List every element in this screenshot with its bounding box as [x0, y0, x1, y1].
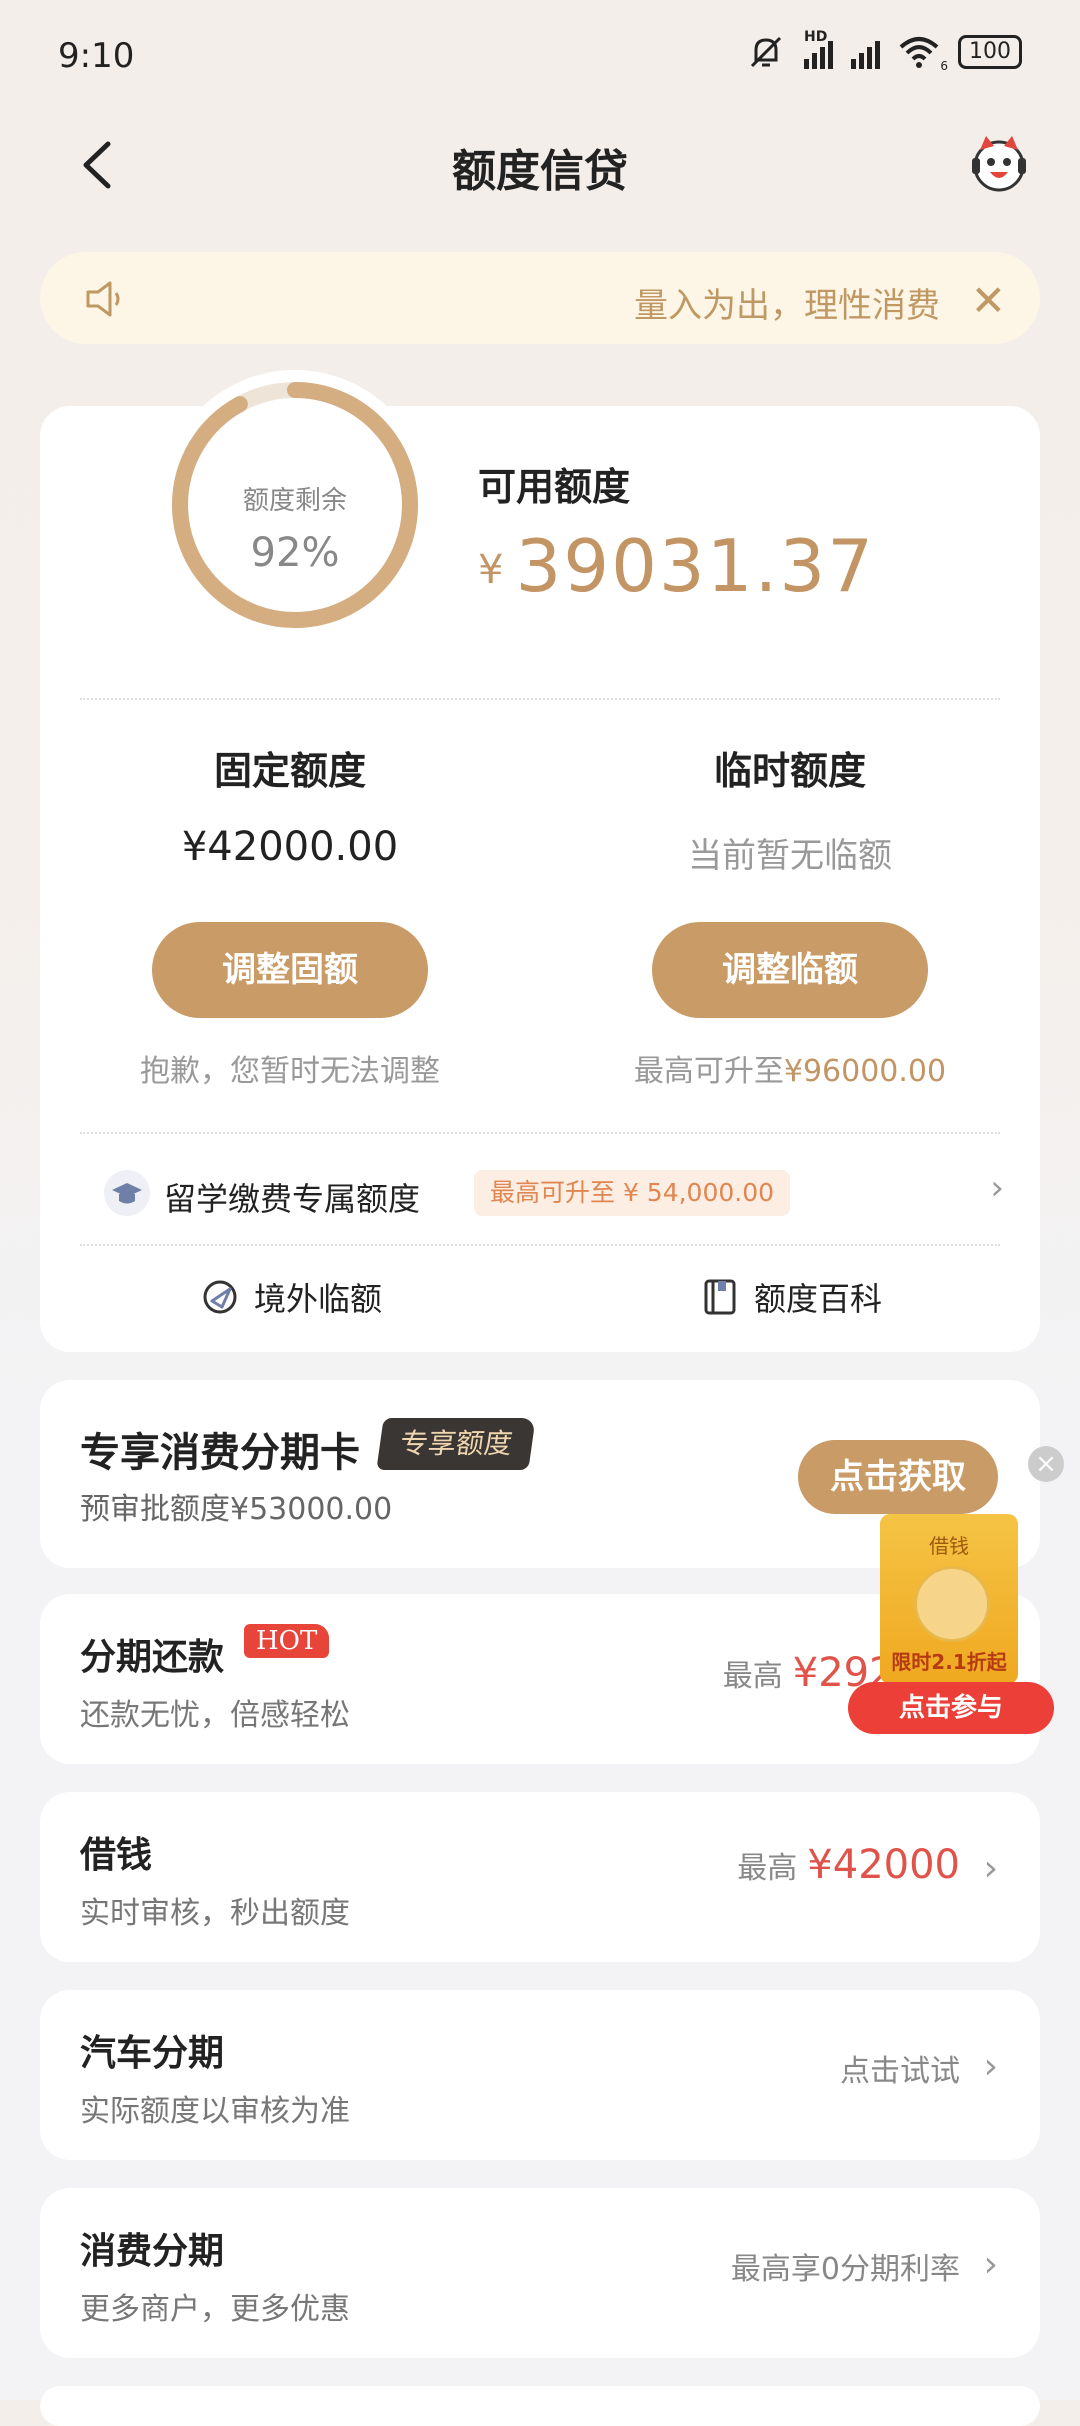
wifi-icon: 6 [898, 35, 948, 73]
coin-icon [914, 1566, 990, 1642]
list-item-sub: 更多商户，更多优惠 [80, 2292, 350, 2327]
available-value: 39031.37 [515, 524, 875, 608]
right-prefix: 最高 [722, 1659, 783, 1694]
right-value: ¥42000 [807, 1842, 960, 1888]
graduation-cap-icon [104, 1170, 150, 1216]
credit-summary-card: 额度剩余 92% 可用额度 ¥39031.37 固定额度 临时额度 ¥42000… [40, 370, 1040, 1352]
study-abroad-row[interactable]: 留学缴费专属额度 最高可升至 ¥ 54,000.00 › [104, 1168, 1004, 1228]
promo-envelope-text: 限时2.1折起 [891, 1650, 1007, 1674]
exclusive-sub: 预审批额度¥53000.00 [80, 1492, 393, 1527]
ring-label: 额度剩余 [242, 486, 347, 516]
notice-bar: 量入为出，理性消费 ✕ [40, 252, 1040, 344]
status-time: 9:10 [58, 36, 135, 76]
hd-label: HD [804, 29, 828, 45]
exclusive-badge: 专享额度 [376, 1418, 536, 1470]
close-icon[interactable]: ✕ [971, 276, 1006, 325]
list-item-title: 借钱 [80, 1835, 153, 1876]
battery-icon: 100 [958, 35, 1022, 69]
list-item-title: 消费分期 [80, 2231, 225, 2272]
mute-bell-icon [750, 36, 782, 68]
chevron-right-icon: › [983, 2244, 998, 2285]
overseas-icon [203, 1280, 237, 1314]
temp-note-prefix: 最高可升至 [633, 1054, 784, 1089]
wifi-sub-label: 6 [940, 59, 948, 73]
promo-close-icon[interactable]: × [1028, 1446, 1064, 1482]
list-item-right: 最高享0分期利率 [730, 2252, 960, 2287]
page-title: 额度信贷 [452, 146, 628, 197]
chevron-right-icon: › [983, 2046, 998, 2087]
list-item-car-installment[interactable]: 汽车分期 实际额度以审核为准 点击试试 › [40, 1990, 1040, 2160]
promo-red-envelope[interactable]: 借钱 限时2.1折起 [880, 1514, 1018, 1684]
study-badge: 最高可升至 ¥ 54,000.00 [474, 1170, 791, 1216]
promo-join-button[interactable]: 点击参与 [848, 1682, 1054, 1734]
hot-badge: HOT [244, 1624, 330, 1658]
list-item-partial [40, 2386, 1040, 2426]
available-amount: ¥39031.37 [478, 524, 875, 608]
overseas-temp-shortcut[interactable]: 境外临额 [200, 1274, 382, 1320]
signal-icon: HD [804, 29, 833, 69]
list-item-sub: 实时审核，秒出额度 [80, 1896, 350, 1931]
encyclopedia-shortcut[interactable]: 额度百科 [700, 1274, 882, 1320]
fixed-note: 抱歉，您暂时无法调整 [140, 1054, 440, 1089]
list-item-sub: 还款无忧，倍感轻松 [80, 1698, 350, 1733]
promo-envelope-title: 借钱 [929, 1534, 969, 1558]
list-item-borrow[interactable]: 借钱 实时审核，秒出额度 最高 ¥42000 › [40, 1792, 1040, 1962]
speaker-icon [86, 281, 120, 317]
divider [80, 1244, 1000, 1246]
divider [80, 698, 1000, 700]
study-label: 留学缴费专属额度 [164, 1180, 421, 1218]
encyclopedia-label: 额度百科 [754, 1280, 883, 1318]
notice-text: 量入为出，理性消费 [634, 286, 940, 326]
fixed-amount: ¥42000.00 [181, 824, 399, 870]
temp-title: 临时额度 [713, 749, 866, 793]
ring-percent: 92% [250, 530, 340, 576]
list-item-title: 汽车分期 [80, 2033, 225, 2074]
available-label: 可用额度 [478, 465, 631, 509]
temp-note-amount: ¥96000.00 [783, 1054, 947, 1089]
status-icons: HD 6 100 [746, 29, 1022, 73]
list-item-title: 分期还款 [80, 1637, 225, 1678]
right-prefix: 最高 [737, 1851, 798, 1886]
list-item-right: 最高 ¥42000 [737, 1842, 960, 1888]
list-item-right: 点击试试 [840, 2054, 960, 2089]
list-item-consumer-installment[interactable]: 消费分期 更多商户，更多优惠 最高享0分期利率 › [40, 2188, 1040, 2358]
get-button[interactable]: 点击获取 [798, 1440, 998, 1514]
book-icon [704, 1279, 736, 1315]
adjust-temp-button[interactable]: 调整临额 [652, 922, 928, 1018]
chevron-right-icon: › [983, 1848, 998, 1889]
overseas-label: 境外临额 [254, 1280, 383, 1318]
fixed-title: 固定额度 [213, 749, 366, 793]
mascot-icon[interactable] [966, 130, 1032, 196]
list-item-sub: 实际额度以审核为准 [80, 2094, 350, 2129]
chevron-right-icon: › [990, 1168, 1004, 1208]
exclusive-title: 专享消费分期卡 [80, 1430, 360, 1476]
currency-symbol: ¥ [478, 547, 506, 593]
divider [80, 1132, 1000, 1134]
signal-icon-2 [851, 35, 880, 69]
adjust-fixed-button[interactable]: 调整固额 [152, 922, 428, 1018]
temp-note: 最高可升至¥96000.00 [540, 1046, 1040, 1090]
temp-status: 当前暂无临额 [688, 836, 892, 876]
